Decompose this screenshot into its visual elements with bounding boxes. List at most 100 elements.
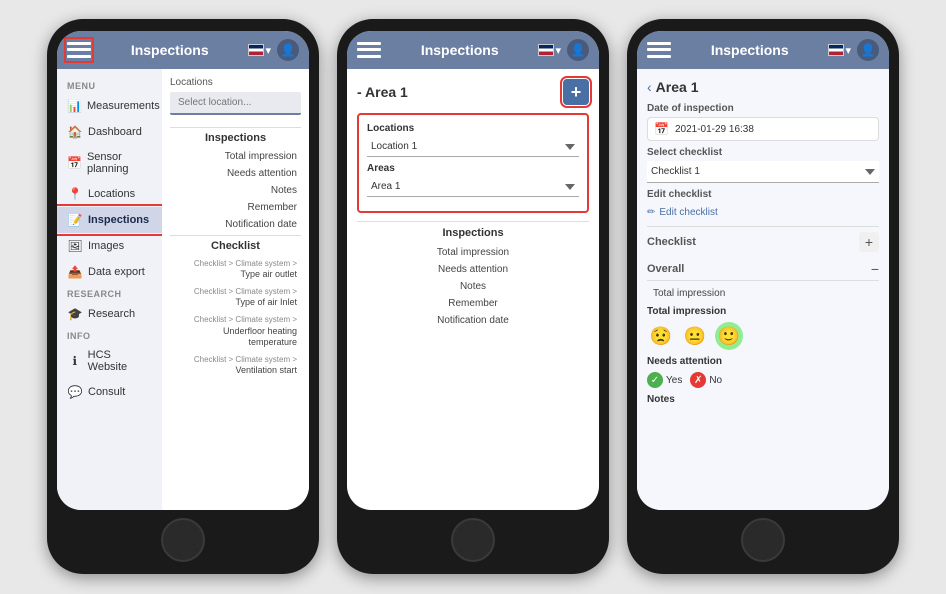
inspection-row-notes[interactable]: Notes (170, 182, 301, 199)
area-header-2: - Area 1 + (357, 79, 589, 105)
insp-row-total-2[interactable]: Total impression (357, 244, 589, 261)
sidebar-data-export-label: Data export (88, 266, 145, 278)
inspection-row-remember[interactable]: Remember (170, 199, 301, 216)
needs-attention-sub-label: Needs attention (647, 356, 879, 367)
location-input-1[interactable] (170, 92, 301, 115)
menu-button-2[interactable] (357, 40, 381, 60)
inspections-section-2: Inspections Total impression Needs atten… (357, 221, 589, 329)
edit-checklist-button[interactable]: ✏ Edit checklist (647, 203, 718, 222)
sidebar-hcs-label: HCS Website (88, 349, 152, 373)
location-area-form: Locations Location 1 Areas Area 1 (357, 113, 589, 213)
collapse-overall-button[interactable]: − (871, 261, 879, 277)
checklist-item-1[interactable]: Checklist > Climate system > Type of air… (170, 284, 301, 312)
checklist-name-1: Type of air Inlet (235, 297, 297, 307)
info-section-label: INFO (57, 327, 162, 343)
insp-row-needs-2[interactable]: Needs attention (357, 261, 589, 278)
inspection-row-notification[interactable]: Notification date (170, 216, 301, 233)
language-selector-1[interactable]: ▾ (248, 44, 271, 57)
total-impression-sub-label: Total impression (647, 306, 879, 317)
phone-1: Inspections ▾ 👤 MENU 📊 Measurements (47, 19, 319, 574)
user-avatar-3[interactable]: 👤 (857, 39, 879, 61)
emoji-happy-button[interactable]: 🙂 (715, 322, 743, 350)
checklist-item-0[interactable]: Checklist > Climate system > Type air ou… (170, 256, 301, 284)
edit-checklist-label: Edit checklist (647, 189, 879, 200)
flag-dropdown-3: ▾ (845, 44, 851, 57)
checklist-add-button[interactable]: + (859, 232, 879, 252)
sidebar-item-research[interactable]: 🎓 Research (57, 301, 162, 327)
sidebar-dashboard-label: Dashboard (88, 126, 142, 138)
menu-button-1[interactable] (67, 40, 91, 60)
header-right-2: ▾ 👤 (538, 39, 589, 61)
sidebar-item-hcs-website[interactable]: ℹ HCS Website (57, 343, 162, 379)
sidebar-item-measurements[interactable]: 📊 Measurements (57, 93, 162, 119)
sidebar-1: MENU 📊 Measurements 🏠 Dashboard 📅 Sensor… (57, 69, 162, 510)
phone-3-screen: Inspections ▾ 👤 ‹ Area 1 Date of inspect… (637, 31, 889, 510)
calendar-icon: 📅 (654, 122, 669, 136)
total-impression-row-3: Total impression (647, 285, 879, 302)
emoji-neutral-button[interactable]: 😐 (681, 322, 709, 350)
select-checklist-label: Select checklist (647, 147, 879, 158)
home-button-1[interactable] (161, 518, 205, 562)
sidebar-item-dashboard[interactable]: 🏠 Dashboard (57, 119, 162, 145)
sidebar-item-sensor-planning[interactable]: 📅 Sensor planning (57, 145, 162, 181)
yes-label-3: Yes (666, 375, 682, 386)
inspection-row-needs[interactable]: Needs attention (170, 165, 301, 182)
header-title-1: Inspections (131, 42, 209, 58)
date-row-3: 📅 2021-01-29 16:38 (647, 117, 879, 141)
sidebar-item-locations[interactable]: 📍 Locations (57, 181, 162, 207)
uk-flag-icon-2 (538, 44, 554, 56)
insp-row-notes-2[interactable]: Notes (357, 278, 589, 295)
back-row-3: ‹ Area 1 (647, 79, 879, 95)
checklist-name-2: Underfloor heating temperature (223, 326, 297, 348)
user-avatar-1[interactable]: 👤 (277, 39, 299, 61)
menu-button-3[interactable] (647, 40, 671, 60)
checklist-select-3[interactable]: Checklist 1 (647, 161, 879, 183)
sidebar-item-consult[interactable]: 💬 Consult (57, 379, 162, 405)
uk-flag-icon-1 (248, 44, 264, 56)
yes-badge-3[interactable]: ✓ Yes (647, 372, 682, 388)
phone-2-body: - Area 1 + Locations Location 1 Areas Ar… (347, 69, 599, 510)
overall-section-3: Overall − Total impression Total impress… (647, 261, 879, 405)
edit-checklist-btn-label: Edit checklist (659, 207, 717, 218)
checklist-item-2[interactable]: Checklist > Climate system > Underfloor … (170, 312, 301, 352)
hcs-icon: ℹ (67, 354, 83, 368)
content-panel-1: Locations Inspections Total impression N… (162, 69, 309, 510)
overall-title-3: Overall (647, 263, 684, 275)
home-button-3[interactable] (741, 518, 785, 562)
insp-row-remember-2[interactable]: Remember (357, 295, 589, 312)
add-inspection-button[interactable]: + (563, 79, 589, 105)
notes-label-3: Notes (647, 394, 879, 405)
language-selector-2[interactable]: ▾ (538, 44, 561, 57)
areas-form-label: Areas (367, 163, 579, 174)
checklist-item-3[interactable]: Checklist > Climate system > Ventilation… (170, 352, 301, 380)
locations-icon: 📍 (67, 187, 83, 201)
research-section-label: RESEARCH (57, 285, 162, 301)
user-avatar-2[interactable]: 👤 (567, 39, 589, 61)
home-button-2[interactable] (451, 518, 495, 562)
overall-header-3: Overall − (647, 261, 879, 281)
phone-1-body: MENU 📊 Measurements 🏠 Dashboard 📅 Sensor… (57, 69, 309, 510)
sidebar-item-inspections[interactable]: 📝 Inspections (57, 207, 162, 233)
header-title-3: Inspections (711, 42, 789, 58)
images-icon: 🖼 (67, 239, 83, 253)
menu-label: MENU (57, 77, 162, 93)
sidebar-item-images[interactable]: 🖼 Images (57, 233, 162, 259)
checklist-header-row-3: Checklist + (647, 226, 879, 257)
no-badge-3[interactable]: ✗ No (690, 372, 722, 388)
inspection-row-total[interactable]: Total impression (170, 148, 301, 165)
emoji-row-3: 😟 😐 🙂 (647, 320, 879, 352)
checklist-path-1: Checklist > Climate system > (174, 287, 297, 297)
area-select-2[interactable]: Area 1 (367, 177, 579, 197)
sidebar-inspections-label: Inspections (88, 214, 149, 226)
location-select-2[interactable]: Location 1 (367, 137, 579, 157)
sidebar-item-data-export[interactable]: 📤 Data export (57, 259, 162, 285)
sensor-planning-icon: 📅 (67, 156, 82, 170)
insp-row-notification-2[interactable]: Notification date (357, 312, 589, 329)
uk-flag-icon-3 (828, 44, 844, 56)
language-selector-3[interactable]: ▾ (828, 44, 851, 57)
checklist-header-title-3: Checklist (647, 236, 696, 248)
yes-circle-icon: ✓ (647, 372, 663, 388)
area-title-2: - Area 1 (357, 84, 408, 100)
emoji-sad-button[interactable]: 😟 (647, 322, 675, 350)
back-button-3[interactable]: ‹ (647, 79, 652, 95)
